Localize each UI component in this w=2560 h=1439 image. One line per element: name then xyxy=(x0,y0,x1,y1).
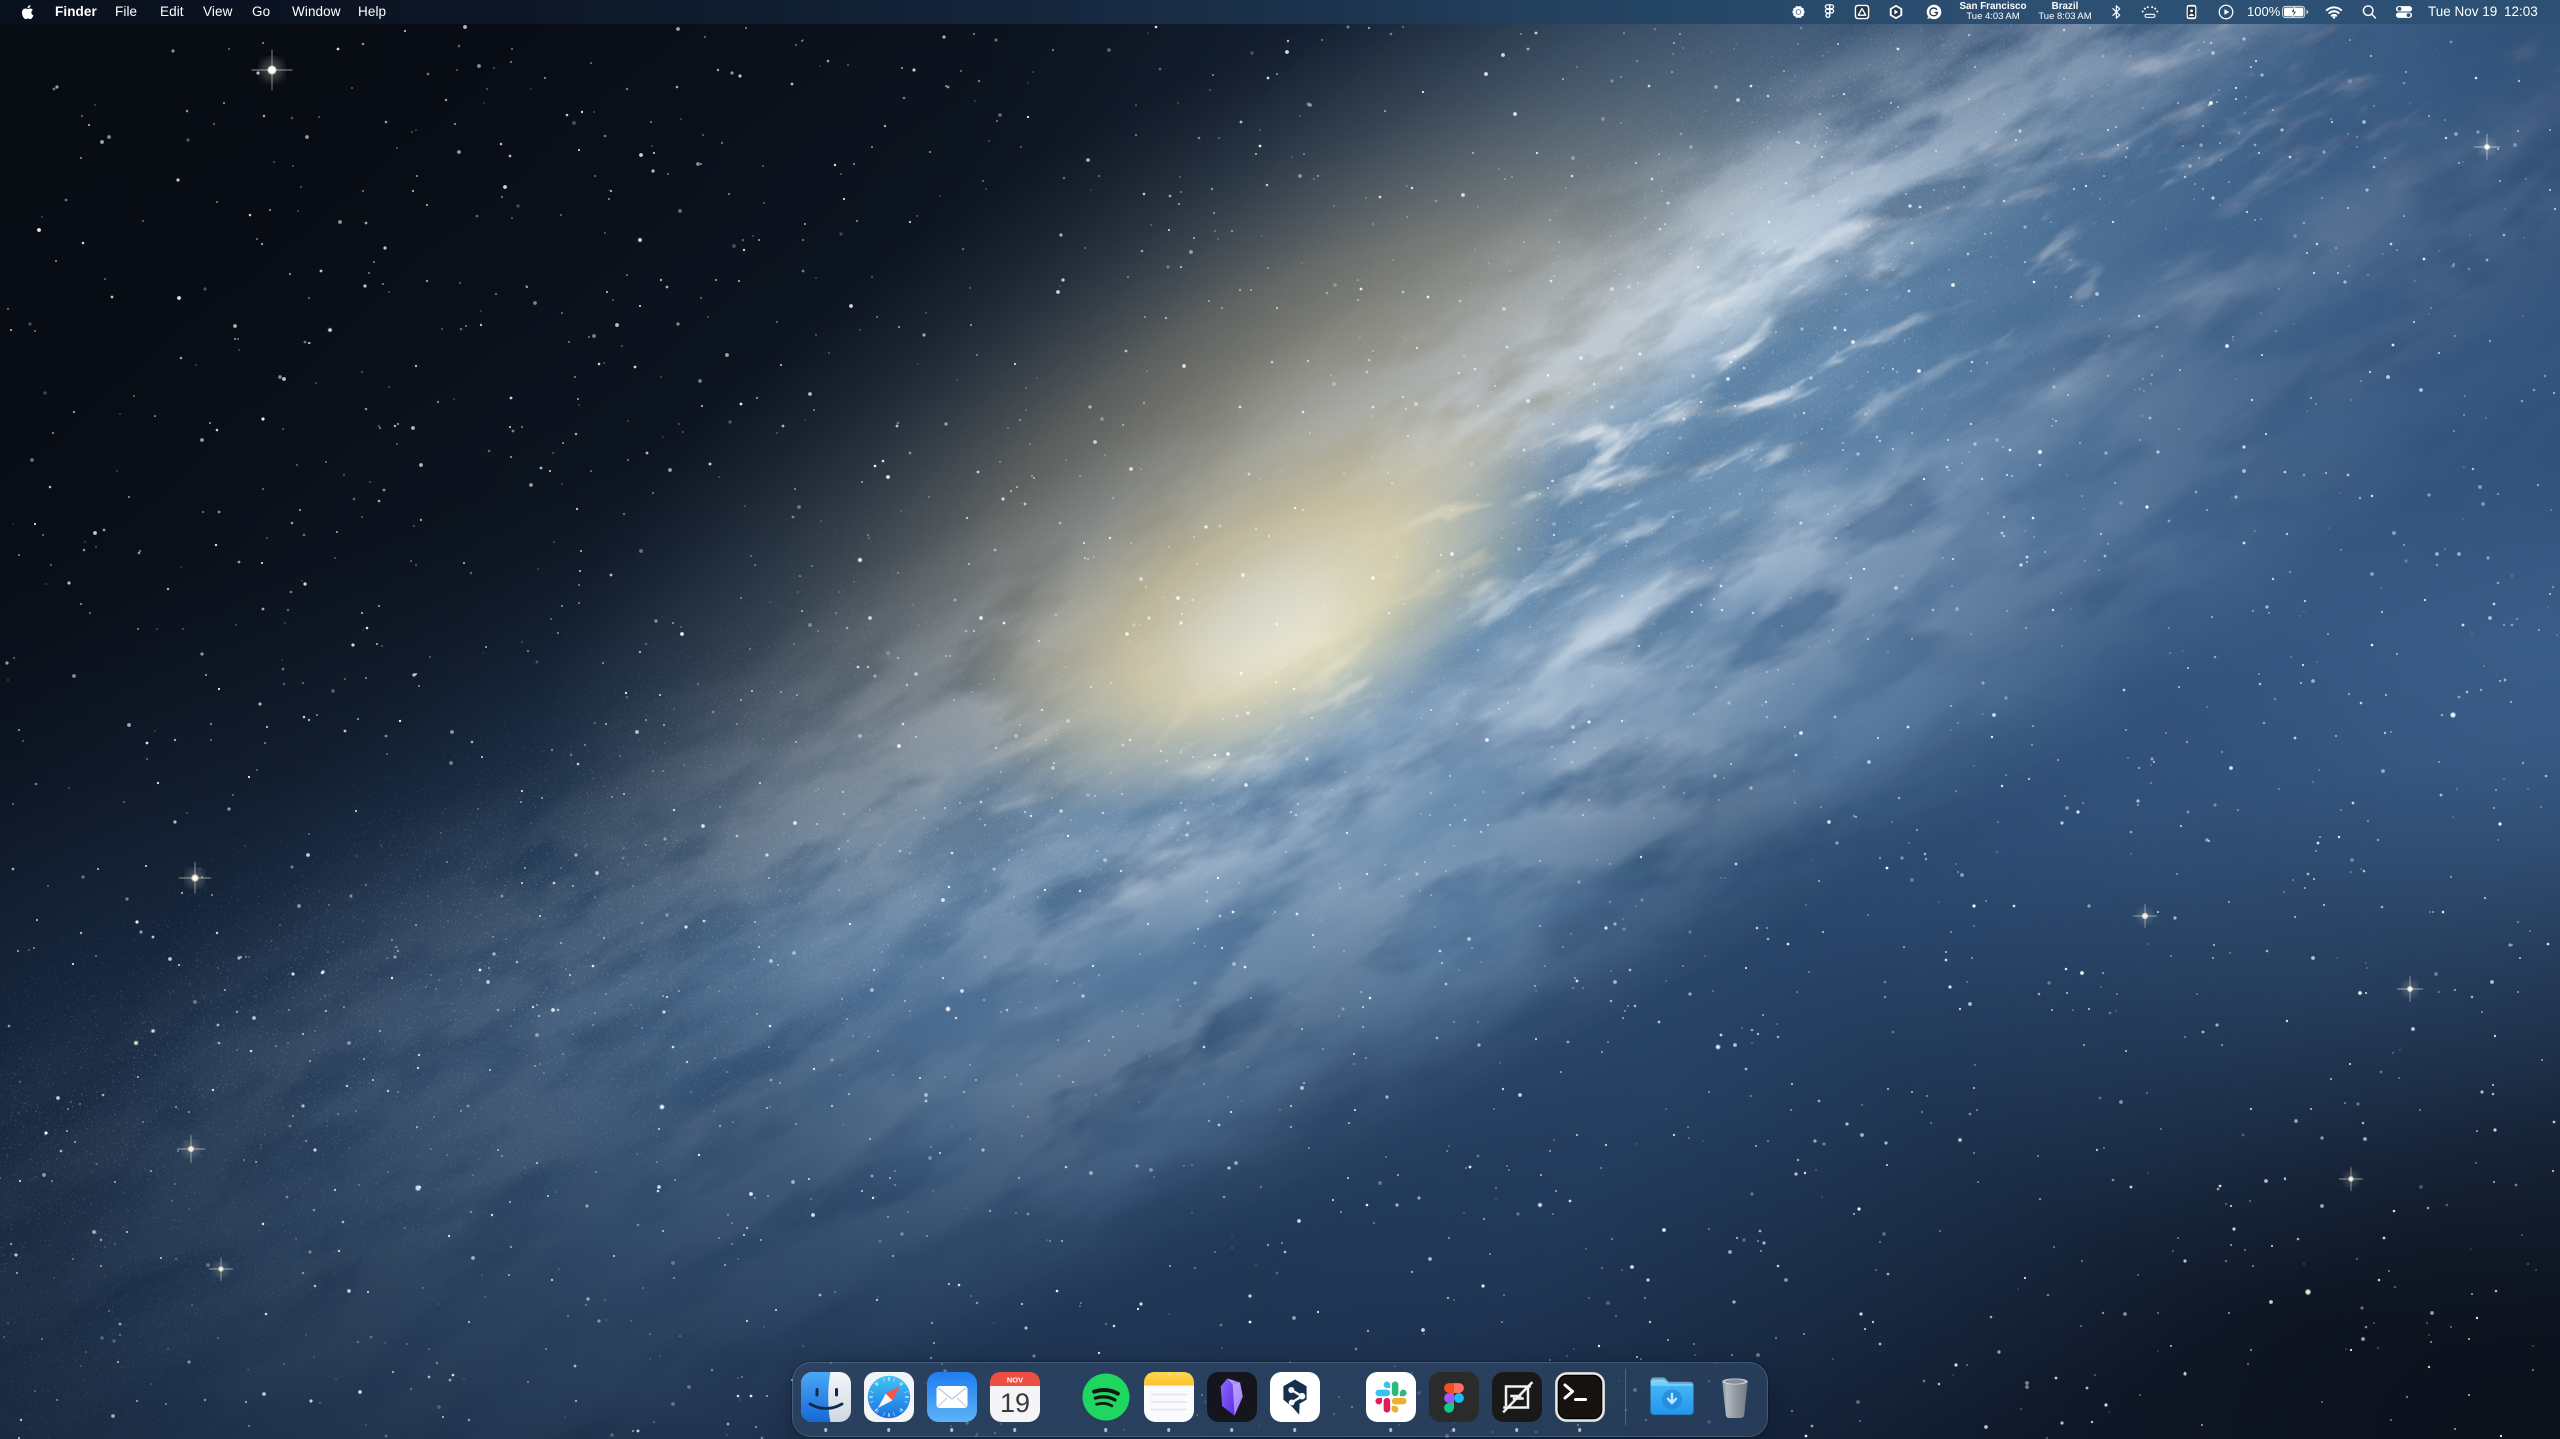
svg-text:19: 19 xyxy=(999,1388,1029,1418)
svg-text:NOV: NOV xyxy=(1006,1376,1022,1385)
